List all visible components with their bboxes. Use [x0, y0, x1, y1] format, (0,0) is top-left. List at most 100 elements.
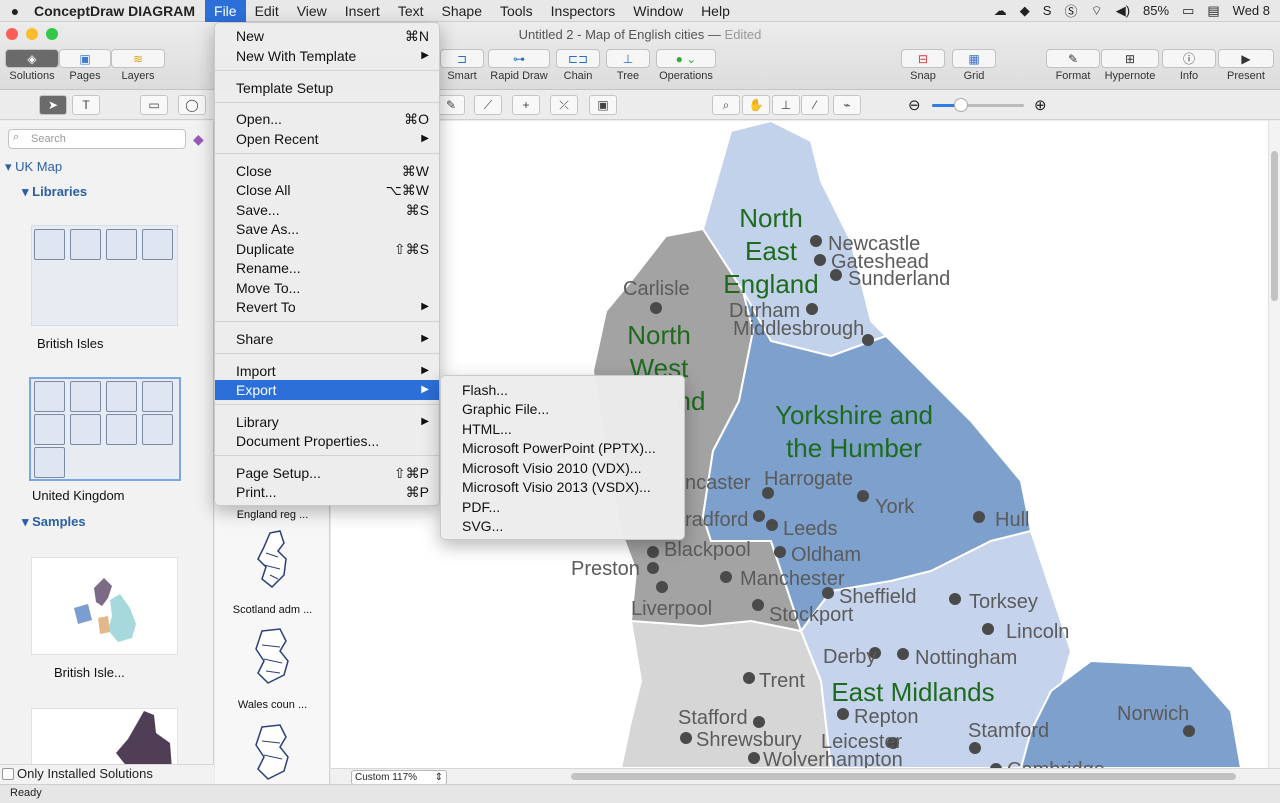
wales-counties-shape-thumb-2[interactable]: [250, 721, 296, 783]
search-input[interactable]: Search: [8, 129, 186, 149]
format-button[interactable]: ✎ Format: [1046, 49, 1100, 82]
pen-tool-icon[interactable]: ✎: [437, 95, 465, 115]
export-pdf[interactable]: PDF...: [441, 497, 684, 517]
app-name-menu[interactable]: ConceptDraw DIAGRAM: [26, 3, 205, 19]
tree-samples[interactable]: ▾ Samples: [22, 514, 86, 530]
select-tool-icon[interactable]: ➤: [39, 95, 67, 115]
menu-item-import[interactable]: Import ▶: [215, 361, 439, 381]
apple-menu-icon[interactable]: ●: [4, 3, 26, 19]
bezier-tool-icon[interactable]: ⟋: [474, 95, 502, 115]
menu-help[interactable]: Help: [692, 0, 739, 22]
eyedropper-tool-icon[interactable]: ⁄: [801, 95, 829, 115]
export-html[interactable]: HTML...: [441, 419, 684, 439]
skype-icon[interactable]: Ⓢ: [1064, 1, 1077, 20]
export-vsdx[interactable]: Microsoft Visio 2013 (VSDX)...: [441, 477, 684, 497]
pages-button[interactable]: ▣ Pages: [59, 49, 111, 82]
menu-item-new[interactable]: New ⌘N: [215, 26, 439, 46]
menu-item-library[interactable]: Library ▶: [215, 412, 439, 432]
vertical-scroll-thumb[interactable]: [1271, 151, 1278, 301]
rectangle-tool-icon[interactable]: ▭: [140, 95, 168, 115]
ellipse-tool-icon[interactable]: ◯: [178, 95, 206, 115]
chain-button[interactable]: ⊏⊐ Chain: [556, 49, 600, 82]
menu-item-close-all[interactable]: Close All ⌥⌘W: [215, 180, 439, 200]
menu-item-page-setup[interactable]: Page Setup... ⇧⌘P: [215, 463, 439, 483]
menu-item-open[interactable]: Open... ⌘O: [215, 109, 439, 129]
container-tool-icon[interactable]: ▣: [589, 95, 617, 115]
menu-item-export[interactable]: Export ▶: [215, 380, 439, 400]
zoom-in-icon[interactable]: ⊕: [1034, 96, 1047, 114]
format-painter-tool-icon[interactable]: ⌁: [833, 95, 861, 115]
volume-icon[interactable]: ◀): [1116, 3, 1130, 19]
only-installed-checkbox[interactable]: Only Installed Solutions: [0, 764, 214, 784]
scotland-shape-thumb[interactable]: [250, 529, 296, 591]
export-svg[interactable]: SVG...: [441, 516, 684, 536]
menu-item-document-properties[interactable]: Document Properties...: [215, 431, 439, 451]
menu-view[interactable]: View: [288, 0, 336, 22]
export-graphic-file[interactable]: Graphic File...: [441, 399, 684, 419]
menu-edit[interactable]: Edit: [246, 0, 288, 22]
menu-shape[interactable]: Shape: [433, 0, 491, 22]
dropbox-icon[interactable]: ◆: [1020, 3, 1030, 19]
tree-libraries[interactable]: ▾ Libraries: [22, 184, 87, 200]
menu-insert[interactable]: Insert: [336, 0, 389, 22]
battery-icon[interactable]: ▭: [1182, 3, 1194, 19]
menu-item-print[interactable]: Print... ⌘P: [215, 482, 439, 502]
horizontal-scroll-thumb[interactable]: [571, 773, 1236, 780]
menu-item-save[interactable]: Save... ⌘S: [215, 200, 439, 220]
menu-item-close[interactable]: Close ⌘W: [215, 161, 439, 181]
hypernote-button[interactable]: ⊞ Hypernote: [1101, 49, 1159, 82]
zoom-select[interactable]: Custom 117% ⇕: [351, 770, 447, 785]
info-button[interactable]: ⓘ Info: [1162, 49, 1216, 82]
hand-tool-icon[interactable]: ✋: [742, 95, 770, 115]
menu-item-save-as[interactable]: Save As...: [215, 219, 439, 239]
menu-separator: [215, 321, 439, 322]
export-flash[interactable]: Flash...: [441, 380, 684, 400]
menu-window[interactable]: Window: [624, 0, 692, 22]
wifi-icon[interactable]: ⌔: [1090, 3, 1102, 19]
menu-file[interactable]: File: [205, 0, 246, 22]
rapid-draw-button[interactable]: ⊶ Rapid Draw: [488, 49, 550, 82]
menu-inspectors[interactable]: Inspectors: [542, 0, 625, 22]
present-button[interactable]: ▶ Present: [1218, 49, 1274, 82]
text-tool-icon[interactable]: T: [72, 95, 100, 115]
sample-thumb-british-isles[interactable]: [31, 557, 178, 655]
menu-item-rename[interactable]: Rename...: [215, 258, 439, 278]
tree-button[interactable]: ⊥ Tree: [606, 49, 650, 82]
export-pptx[interactable]: Microsoft PowerPoint (PPTX)...: [441, 438, 684, 458]
smart-button[interactable]: ⊐ Smart: [440, 49, 484, 82]
zoom-slider-knob[interactable]: [954, 98, 968, 112]
tree-uk-map[interactable]: ▾ UK Map: [5, 159, 62, 175]
snap-button[interactable]: ⊟ Snap: [901, 49, 945, 82]
operations-button[interactable]: ● ⌄ Operations: [656, 49, 716, 82]
layers-button[interactable]: ≋ Layers: [111, 49, 165, 82]
menu-tools[interactable]: Tools: [491, 0, 542, 22]
zoom-out-icon[interactable]: ⊖: [908, 96, 921, 114]
library-tag-icon[interactable]: ◆: [193, 131, 204, 148]
wales-shape-thumb[interactable]: [250, 625, 296, 687]
menu-item-move-to[interactable]: Move To...: [215, 278, 439, 298]
grid-button[interactable]: ▦ Grid: [952, 49, 996, 82]
connector-tool-icon[interactable]: ⤫: [550, 95, 578, 115]
united-kingdom-library-thumb[interactable]: [29, 377, 181, 481]
british-isles-library-thumb[interactable]: [31, 225, 178, 326]
menu-item-new-with-template[interactable]: New With Template ▶: [215, 46, 439, 66]
map-shape-thumb: [70, 229, 101, 260]
submenu-arrow-icon: ▶: [421, 365, 429, 376]
flag-icon[interactable]: ▤: [1207, 3, 1219, 19]
menu-item-open-recent[interactable]: Open Recent ▶: [215, 129, 439, 149]
vertical-scrollbar[interactable]: [1268, 121, 1280, 768]
menu-text[interactable]: Text: [389, 0, 433, 22]
cloud-icon[interactable]: ☁: [994, 3, 1007, 19]
s-icon[interactable]: S: [1043, 3, 1052, 18]
menu-item-revert-to[interactable]: Revert To ▶: [215, 297, 439, 317]
menu-item-share[interactable]: Share ▶: [215, 329, 439, 349]
point-add-tool-icon[interactable]: +: [512, 95, 540, 115]
clock[interactable]: Wed 8: [1233, 3, 1270, 18]
checkbox-box[interactable]: [2, 768, 14, 780]
stamp-tool-icon[interactable]: ⊥: [772, 95, 800, 115]
zoom-tool-icon[interactable]: ⌕: [712, 95, 740, 115]
solutions-button[interactable]: ◈ Solutions: [5, 49, 59, 82]
menu-item-duplicate[interactable]: Duplicate ⇧⌘S: [215, 239, 439, 259]
export-vdx[interactable]: Microsoft Visio 2010 (VDX)...: [441, 458, 684, 478]
menu-item-template-setup[interactable]: Template Setup: [215, 78, 439, 98]
